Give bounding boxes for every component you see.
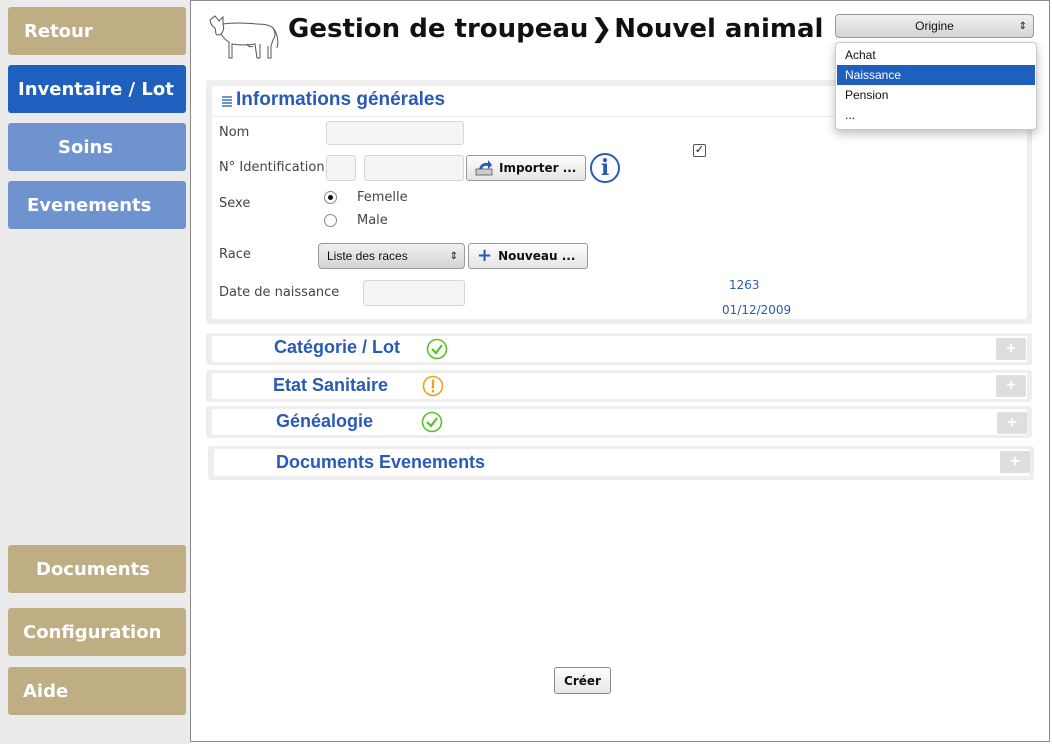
- nav-label: Documents: [36, 558, 150, 580]
- import-button-label: Importer ...: [499, 161, 577, 175]
- general-checkbox[interactable]: ✓: [693, 144, 706, 157]
- select-arrows-icon: ⇕: [449, 250, 458, 262]
- app-title: Gestion de troupeau: [288, 14, 589, 44]
- new-race-button[interactable]: + Nouveau ...: [468, 243, 588, 269]
- nav-label: Configuration: [23, 621, 162, 643]
- nav-label: Soins: [58, 136, 114, 158]
- nav-soins-button[interactable]: Soins: [8, 123, 186, 171]
- identification-prefix-input[interactable]: [326, 155, 356, 181]
- section-etat-sanitaire-title[interactable]: Etat Sanitaire: [273, 375, 388, 396]
- expand-etat-sanitaire-button[interactable]: +: [996, 375, 1026, 397]
- plus-icon: +: [477, 245, 493, 266]
- date-naissance-label: Date de naissance: [219, 285, 340, 300]
- general-info-title: Informations générales: [236, 89, 446, 110]
- import-button[interactable]: Importer ...: [466, 155, 586, 181]
- nav-configuration-button[interactable]: Configuration: [8, 608, 186, 656]
- nav-label: Retour: [24, 20, 93, 42]
- sexe-male-radio[interactable]: [324, 214, 337, 227]
- expand-genealogie-button[interactable]: +: [997, 412, 1027, 434]
- info-icon[interactable]: i: [590, 153, 620, 183]
- sexe-femelle-label: Femelle: [357, 190, 408, 205]
- origine-select-value: Origine: [915, 19, 954, 33]
- race-select[interactable]: Liste des races ⇕: [318, 243, 465, 269]
- origine-option-pension[interactable]: Pension: [837, 85, 1035, 105]
- race-label: Race: [219, 247, 251, 262]
- id-value: 1263: [729, 278, 760, 292]
- warning-icon: [422, 375, 444, 397]
- nav-documents-button[interactable]: Documents: [8, 545, 186, 593]
- sexe-male-label: Male: [357, 213, 388, 228]
- create-button[interactable]: Créer: [554, 667, 611, 694]
- import-icon: [475, 160, 493, 176]
- check-ok-icon: [421, 411, 443, 433]
- check-ok-icon: [426, 338, 448, 360]
- nav-label: Evenements: [27, 194, 152, 216]
- nom-label: Nom: [219, 125, 250, 140]
- breadcrumb-chevron-icon: ❯: [590, 14, 613, 44]
- origine-dropdown-menu: Achat Naissance Pension ...: [835, 42, 1037, 130]
- expand-categorie-button[interactable]: +: [996, 338, 1026, 360]
- select-arrows-icon: ⇕: [1018, 20, 1027, 32]
- nav-retour-button[interactable]: Retour: [8, 7, 186, 55]
- date-naissance-input[interactable]: [363, 280, 465, 306]
- identification-number-input[interactable]: [364, 155, 464, 181]
- page-subtitle: Nouvel animal: [614, 14, 824, 44]
- create-button-label: Créer: [564, 673, 601, 688]
- nav-aide-button[interactable]: Aide: [8, 667, 186, 715]
- origine-option-achat[interactable]: Achat: [837, 45, 1035, 65]
- expand-documents-button[interactable]: +: [1000, 451, 1030, 473]
- section-genealogie-title[interactable]: Généalogie: [276, 411, 373, 432]
- cow-logo-icon: [209, 15, 279, 59]
- race-select-value: Liste des races: [327, 249, 408, 263]
- date-value: 01/12/2009: [722, 303, 792, 317]
- section-documents-evenements-title[interactable]: Documents Evenements: [276, 452, 485, 473]
- nav-inventaire-lot-button[interactable]: Inventaire / Lot: [8, 65, 186, 113]
- sexe-femelle-radio[interactable]: [324, 191, 337, 204]
- sidebar: Retour Inventaire / Lot Soins Evenements…: [0, 0, 190, 744]
- list-icon: [222, 96, 232, 107]
- section-categorie-lot-title[interactable]: Catégorie / Lot: [274, 337, 400, 358]
- origine-select[interactable]: Origine ⇕: [835, 14, 1034, 38]
- identification-label: N° Identification: [219, 160, 325, 175]
- nom-input[interactable]: [326, 121, 464, 145]
- sexe-label: Sexe: [219, 196, 251, 211]
- nav-evenements-button[interactable]: Evenements: [8, 181, 186, 229]
- nav-label: Inventaire / Lot: [18, 78, 174, 100]
- page-title: Gestion de troupeau❯Nouvel animal: [288, 14, 823, 44]
- nav-label: Aide: [23, 680, 69, 702]
- origine-option-naissance[interactable]: Naissance: [837, 65, 1035, 85]
- new-race-button-label: Nouveau ...: [498, 249, 576, 263]
- origine-option-more[interactable]: ...: [837, 105, 1035, 125]
